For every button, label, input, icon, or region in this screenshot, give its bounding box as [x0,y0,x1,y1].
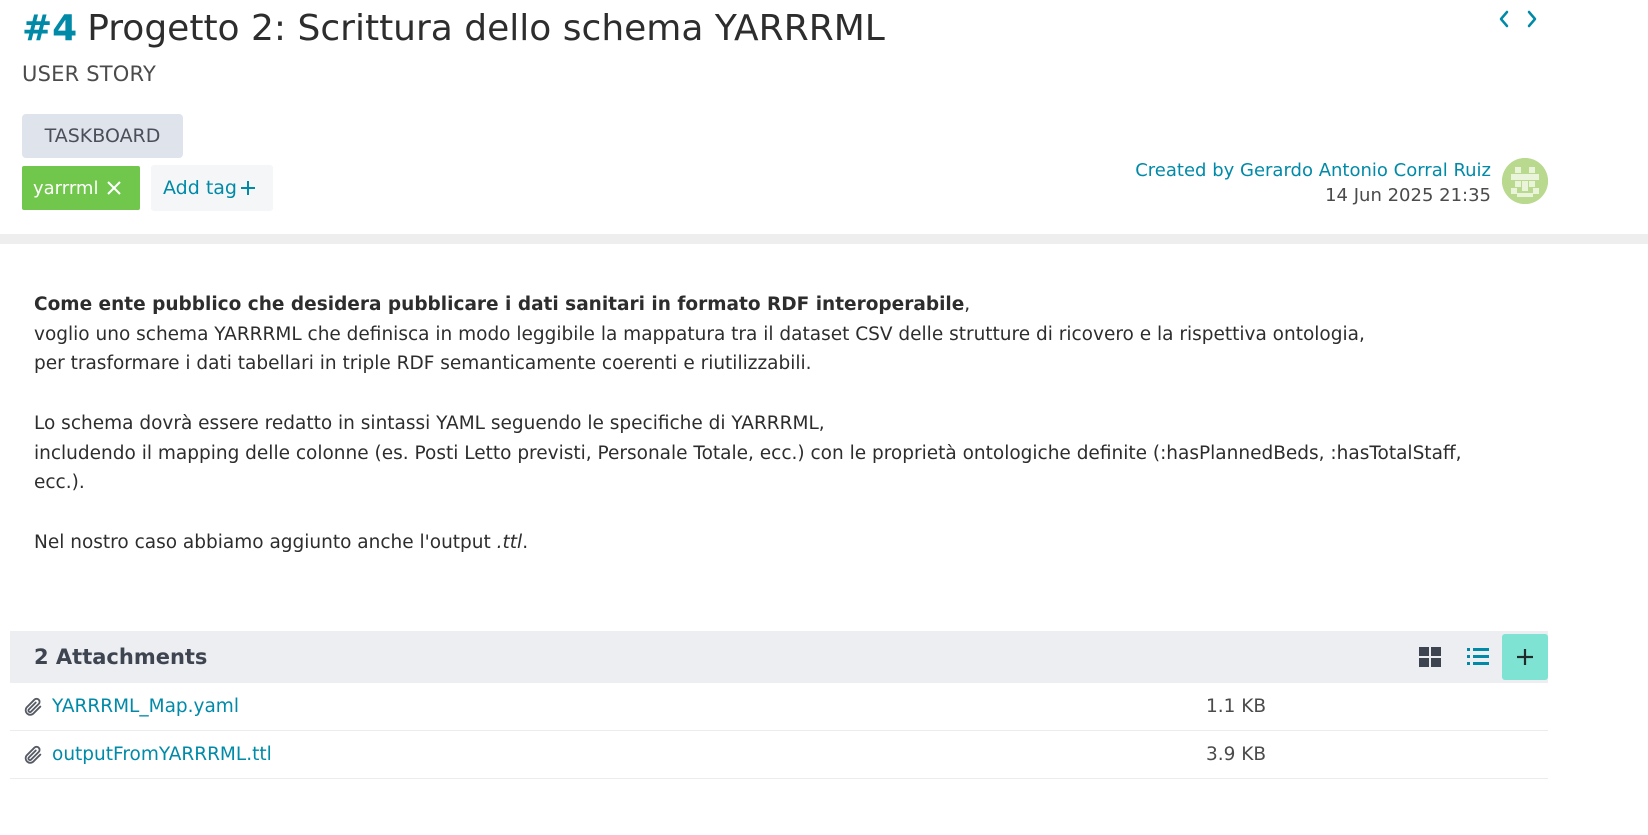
description-line: per trasformare i dati tabellari in trip… [34,353,812,375]
avatar[interactable] [1502,158,1548,204]
next-story-icon[interactable] [1524,8,1540,30]
created-by[interactable]: Created by Gerardo Antonio Corral Ruiz [1135,158,1491,184]
plus-icon [1517,649,1533,665]
created-info: Created by Gerardo Antonio Corral Ruiz 1… [1135,158,1491,208]
story-title-row: #4 Progetto 2: Scrittura dello schema YAR… [22,4,885,54]
description-line6-prefix: Nel nostro caso abbiamo aggiunto anche l… [34,531,497,553]
attachment-name[interactable]: YARRRML_Map.yaml [52,696,239,717]
attachment-row[interactable]: outputFromYARRRML.ttl 3.9 KB [10,731,1548,779]
attachments-actions [1406,634,1548,680]
description-line: Lo schema dovrà essere redatto in sintas… [34,412,825,434]
story-nav [1496,8,1540,30]
taskboard-button[interactable]: TASKBOARD [22,114,183,158]
description-line: includendo il mapping delle colonne (es.… [34,442,1462,494]
attachment-row[interactable]: YARRRML_Map.yaml 1.1 KB [10,683,1548,731]
tag-yarrrml: yarrrml [22,166,140,210]
story-ref: #4 [22,8,78,49]
paperclip-icon [22,744,48,766]
tag-label: yarrrml [33,177,99,199]
description-intro-tail: , [964,294,971,315]
attachment-name[interactable]: outputFromYARRRML.ttl [52,744,272,765]
attachment-size: 3.9 KB [1206,744,1267,765]
description-line: voglio uno schema YARRRML che definisca … [34,323,1365,345]
description-line: Nel nostro caso abbiamo aggiunto anche l… [34,528,1474,558]
add-tag-label: Add tag [163,177,237,199]
story-title[interactable]: Progetto 2: Scrittura dello schema YARRR… [87,8,885,49]
attachment-size: 1.1 KB [1206,696,1267,717]
description-line6-suffix: . [522,531,529,553]
description-line6-em: .ttl [496,531,523,553]
attachments-title[interactable]: 2 Attachments [34,645,207,669]
previous-story-icon[interactable] [1496,8,1512,30]
story-header: #4 Progetto 2: Scrittura dello schema YAR… [0,0,1648,234]
description-line: Come ente pubblico che desidera pubblica… [34,290,1474,320]
paperclip-icon [22,696,48,718]
attachments-section: 2 Attachments YARRRML_Map.yaml 1.1 KB ou… [10,631,1548,779]
plus-icon [239,179,257,197]
add-attachment-button[interactable] [1502,634,1548,680]
attachments-header: 2 Attachments [10,631,1548,683]
description-bold-intro: Come ente pubblico che desidera pubblica… [34,294,965,315]
grid-view-icon[interactable] [1406,634,1454,680]
add-tag-button[interactable]: Add tag [151,165,273,211]
story-description[interactable]: Come ente pubblico che desidera pubblica… [34,290,1474,557]
remove-tag-icon[interactable] [104,178,124,198]
section-divider [0,234,1648,244]
created-date: 14 Jun 2025 21:35 [1325,185,1491,206]
story-type: USER STORY [22,62,156,86]
list-view-icon[interactable] [1454,634,1502,680]
